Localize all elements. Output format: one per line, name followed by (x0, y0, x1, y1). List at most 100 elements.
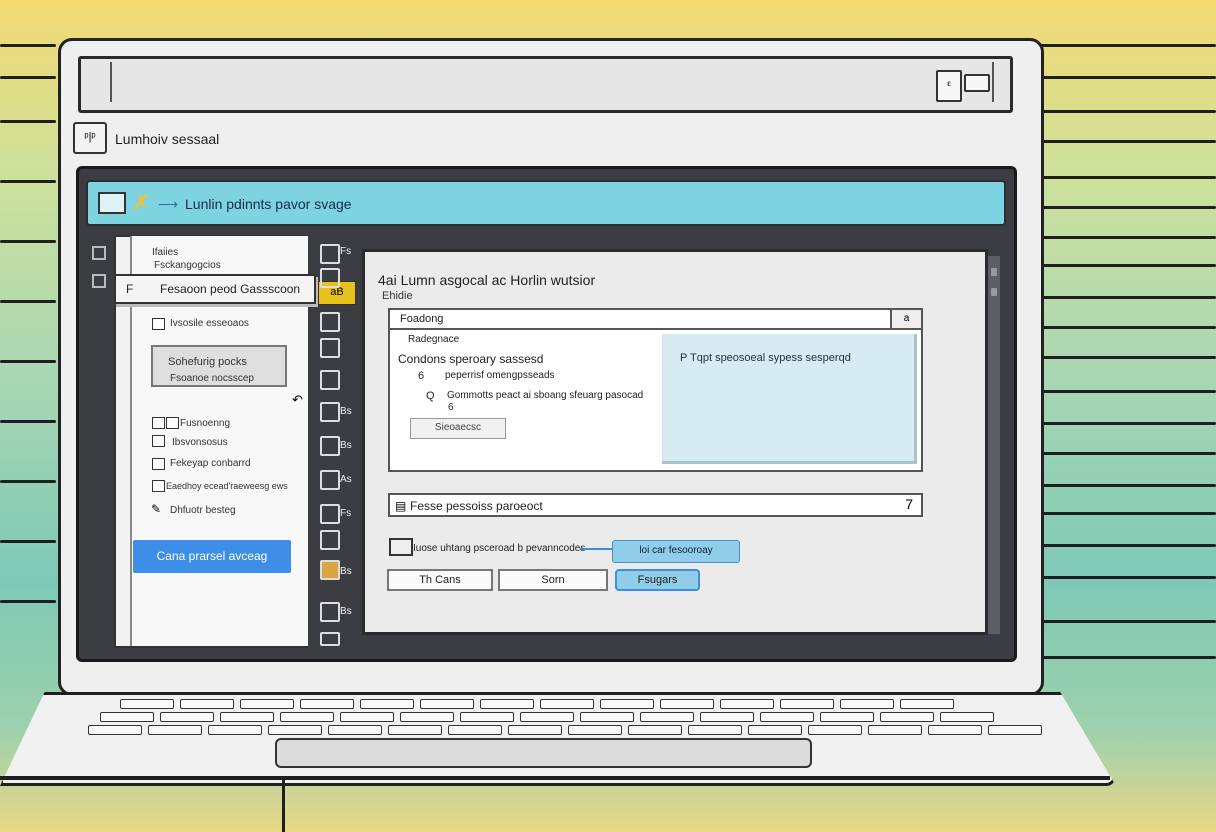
sidebar-item-label[interactable]: Ivsosile esseoaos (170, 318, 249, 329)
window-icon[interactable]: ᵋ (936, 70, 962, 102)
primary-button[interactable]: Fsugars (615, 569, 700, 591)
sidebar-checkbox[interactable] (152, 417, 165, 429)
tool-icon[interactable] (320, 436, 340, 456)
keyboard-key[interactable] (480, 699, 534, 709)
tool-icon[interactable] (320, 470, 340, 490)
keyboard-key[interactable] (700, 712, 754, 722)
bg-stripe (1040, 576, 1216, 579)
keyboard-key[interactable] (988, 725, 1042, 735)
scroll-thumb[interactable] (991, 268, 997, 276)
tool-icon[interactable] (320, 370, 340, 390)
keyboard-key[interactable] (300, 699, 354, 709)
sidebar-primary-button[interactable]: Cana prarsel avceag (133, 540, 291, 573)
sidebar-item-label[interactable]: Fekeyap conbarrd (170, 458, 251, 469)
scroll-thumb[interactable] (991, 288, 997, 296)
tool-icon[interactable] (320, 602, 340, 622)
list-item[interactable]: Gommotts peact ai sboang sfeuarg pasocad (447, 390, 643, 401)
tool-icon[interactable] (320, 530, 340, 550)
keyboard-key[interactable] (940, 712, 994, 722)
keyboard-key[interactable] (160, 712, 214, 722)
keyboard-key[interactable] (660, 699, 714, 709)
tool-icon[interactable] (320, 312, 340, 332)
keyboard-key[interactable] (240, 699, 294, 709)
list-item[interactable]: 6 (448, 402, 454, 413)
keyboard-key[interactable] (760, 712, 814, 722)
keyboard-key[interactable] (88, 725, 142, 735)
keyboard-key[interactable] (568, 725, 622, 735)
keyboard-key[interactable] (340, 712, 394, 722)
tool-icon[interactable] (320, 402, 340, 422)
keyboard-key[interactable] (460, 712, 514, 722)
tool-icon[interactable] (320, 268, 340, 288)
keyboard-key[interactable] (148, 725, 202, 735)
keyboard-key[interactable] (748, 725, 802, 735)
window-layout-icon[interactable] (98, 192, 126, 214)
keyboard-key[interactable] (328, 725, 382, 735)
touchpad[interactable] (275, 738, 812, 768)
search-input[interactable]: Foadong (388, 308, 923, 330)
sidebar-item-label[interactable]: Dhfuotr besteg (170, 505, 236, 516)
tool-icon[interactable] (320, 632, 340, 646)
cancel-button[interactable]: Th Cans (387, 569, 493, 591)
keyboard-key[interactable] (280, 712, 334, 722)
keyboard-key[interactable] (268, 725, 322, 735)
sidebar-checkbox[interactable] (152, 458, 165, 470)
keyboard-key[interactable] (540, 699, 594, 709)
keyboard-key[interactable] (880, 712, 934, 722)
keyboard-key[interactable] (780, 699, 834, 709)
keyboard-key[interactable] (400, 712, 454, 722)
keyboard-key[interactable] (580, 712, 634, 722)
tool-icon[interactable] (320, 504, 340, 524)
keyboard-key[interactable] (640, 712, 694, 722)
keyboard-key[interactable] (420, 699, 474, 709)
keyboard-key[interactable] (900, 699, 954, 709)
scrollbar[interactable] (988, 256, 1000, 634)
sidebar-pin-icon[interactable] (92, 274, 106, 288)
list-item[interactable]: Radegnace (408, 334, 459, 345)
keyboard-key[interactable] (720, 699, 774, 709)
keyboard-key[interactable] (388, 725, 442, 735)
sidebar-item-label[interactable]: Ibsvonsosus (172, 437, 228, 448)
tool-icon[interactable] (320, 338, 340, 358)
sidebar-checkbox[interactable] (166, 417, 179, 429)
keyboard-key[interactable] (820, 712, 874, 722)
tool-mouse-icon[interactable] (320, 244, 340, 264)
tool-icon[interactable] (320, 560, 340, 580)
keyboard-key[interactable] (520, 712, 574, 722)
keyboard-key[interactable] (600, 699, 654, 709)
option-pill[interactable]: loi car fesooroay (612, 540, 740, 563)
list-action-button[interactable]: Sieoaecsc (410, 418, 506, 439)
keyboard-key[interactable] (928, 725, 982, 735)
keyboard-key[interactable] (688, 725, 742, 735)
list-item[interactable]: peperrisf omengpsseads (445, 370, 555, 381)
sidebar-checkbox[interactable] (152, 480, 165, 492)
keyboard-key[interactable] (840, 699, 894, 709)
keyboard-key[interactable] (360, 699, 414, 709)
search-button[interactable]: a (890, 308, 923, 330)
address-bar[interactable] (110, 62, 994, 102)
keyboard-key[interactable] (448, 725, 502, 735)
sidebar-item-label[interactable]: Eaedhoy ecead'raeweesg ews (166, 481, 288, 491)
keyboard-key[interactable] (868, 725, 922, 735)
keyboard-key[interactable] (208, 725, 262, 735)
input-arrow[interactable]: 7 (905, 496, 913, 512)
options-icon[interactable] (389, 538, 413, 556)
sidebar-checkbox[interactable] (152, 435, 165, 447)
keyboard-key[interactable] (100, 712, 154, 722)
keyboard-key[interactable] (508, 725, 562, 735)
keyboard-key[interactable] (808, 725, 862, 735)
sidebar-item-label[interactable]: Fusnoenng (180, 418, 230, 429)
keyboard-key[interactable] (220, 712, 274, 722)
sidebar-checkbox[interactable] (152, 318, 165, 330)
preview-panel[interactable]: P Tqpt speosoeal sypess sesperqd (662, 334, 917, 464)
sidebar-toggle-icon[interactable] (92, 246, 106, 260)
keyboard-key[interactable] (628, 725, 682, 735)
list-item[interactable]: Condons speroary sassesd (398, 352, 543, 366)
keyboard-key[interactable] (180, 699, 234, 709)
check-icon[interactable]: ✗ (132, 190, 150, 216)
maximize-icon[interactable] (964, 74, 990, 92)
sidebar-item-selected[interactable]: F Fesaoon peod Gassscoon (114, 274, 316, 304)
keyboard-key[interactable] (120, 699, 174, 709)
save-button[interactable]: Sorn (498, 569, 608, 591)
path-input[interactable]: ▤ Fesse pessoiss paroeoct 7 (388, 493, 923, 517)
